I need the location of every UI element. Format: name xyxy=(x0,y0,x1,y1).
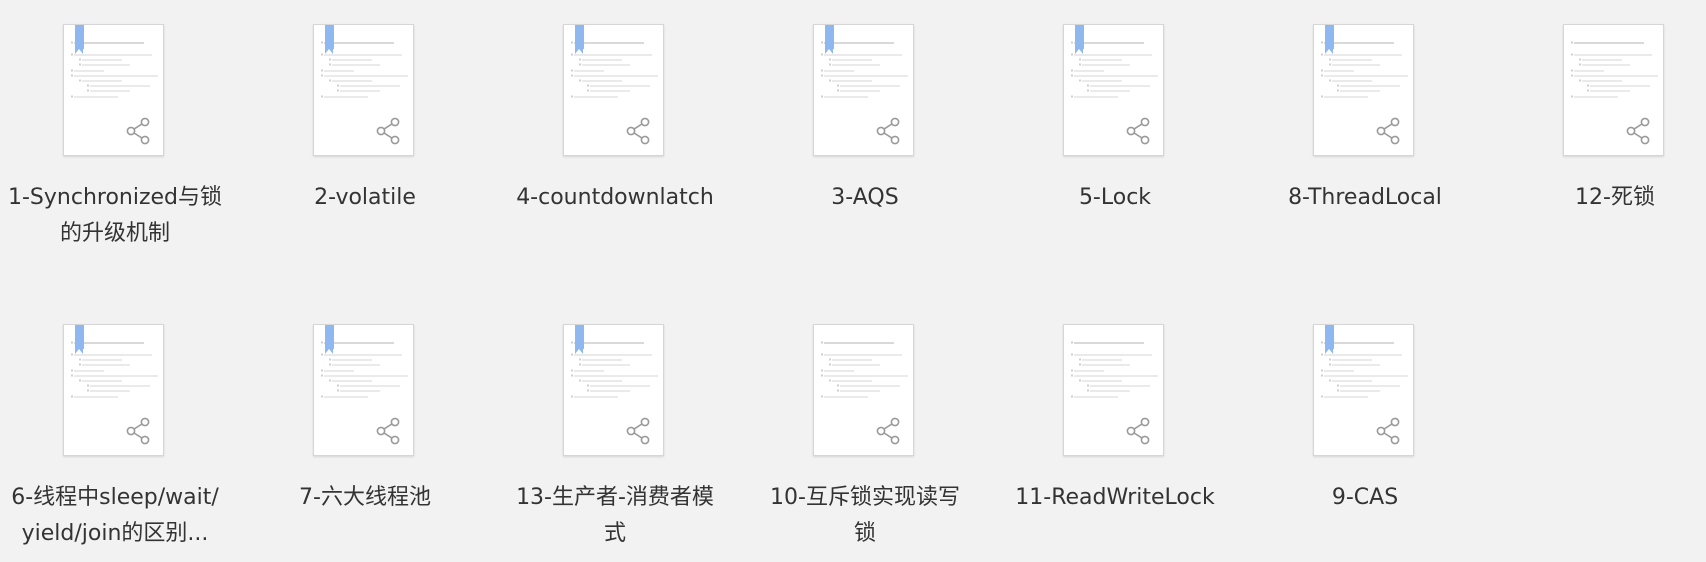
file-name-line: 5-Lock xyxy=(1078,185,1152,210)
bookmark-icon xyxy=(825,25,834,54)
bookmark-icon xyxy=(575,25,584,54)
document-thumbnail-icon[interactable] xyxy=(563,24,664,156)
document-thumbnail-icon[interactable] xyxy=(813,24,914,156)
file-item[interactable]: 12-死锁 xyxy=(1500,0,1706,260)
bookmark-icon xyxy=(1075,25,1084,54)
share-icon[interactable] xyxy=(625,117,651,145)
file-item[interactable]: 3-AQS xyxy=(750,0,980,260)
share-icon[interactable] xyxy=(125,417,151,445)
file-name-line: yield/join的区别... xyxy=(21,521,209,546)
share-icon[interactable] xyxy=(1125,417,1151,445)
file-name-line: 13-生产者-消费者模 xyxy=(516,485,714,510)
file-name-line: 锁 xyxy=(853,521,876,546)
file-name-label: 6-线程中sleep/wait/yield/join的区别... xyxy=(0,480,230,552)
file-name-label: 11-ReadWriteLock xyxy=(1000,480,1230,516)
file-name-label: 8-ThreadLocal xyxy=(1250,180,1480,216)
file-name-line: 9-CAS xyxy=(1331,485,1399,510)
share-icon[interactable] xyxy=(1375,117,1401,145)
share-icon[interactable] xyxy=(1625,117,1651,145)
file-item[interactable]: 4-countdownlatch xyxy=(500,0,730,260)
file-item[interactable]: 10-互斥锁实现读写锁 xyxy=(750,300,980,560)
bookmark-icon xyxy=(75,325,84,354)
document-thumbnail-icon[interactable] xyxy=(813,324,914,456)
document-thumbnail-icon[interactable] xyxy=(1563,24,1664,156)
file-item[interactable]: 11-ReadWriteLock xyxy=(1000,300,1230,560)
file-name-label: 7-六大线程池 xyxy=(250,480,480,516)
share-icon[interactable] xyxy=(875,117,901,145)
bookmark-icon xyxy=(1325,25,1334,54)
file-name-line: 4-countdownlatch xyxy=(516,185,714,210)
file-name-line: 8-ThreadLocal xyxy=(1288,185,1442,210)
file-name-line: 1-Synchronized与锁 xyxy=(7,185,223,210)
file-item[interactable]: 5-Lock xyxy=(1000,0,1230,260)
file-name-line: 11-ReadWriteLock xyxy=(1015,485,1215,510)
file-item[interactable]: 8-ThreadLocal xyxy=(1250,0,1480,260)
file-name-line: 2-volatile xyxy=(314,185,416,210)
file-item[interactable]: 6-线程中sleep/wait/yield/join的区别... xyxy=(0,300,230,560)
file-name-line: 7-六大线程池 xyxy=(299,485,431,510)
file-name-label: 12-死锁 xyxy=(1500,180,1706,216)
document-thumbnail-icon[interactable] xyxy=(1313,324,1414,456)
share-icon[interactable] xyxy=(1375,417,1401,445)
file-item[interactable]: 7-六大线程池 xyxy=(250,300,480,560)
document-thumbnail-icon[interactable] xyxy=(1313,24,1414,156)
share-icon[interactable] xyxy=(875,417,901,445)
share-icon[interactable] xyxy=(375,417,401,445)
file-name-label: 10-互斥锁实现读写锁 xyxy=(750,480,980,552)
file-item[interactable]: 9-CAS xyxy=(1250,300,1480,560)
file-name-line: 10-互斥锁实现读写 xyxy=(770,485,960,510)
file-name-line: 式 xyxy=(603,521,626,546)
document-thumbnail-icon[interactable] xyxy=(313,324,414,456)
share-icon[interactable] xyxy=(625,417,651,445)
share-icon[interactable] xyxy=(125,117,151,145)
share-icon[interactable] xyxy=(1125,117,1151,145)
file-grid: 1-Synchronized与锁 的升级机制 2-volatile 4-countdo… xyxy=(0,0,1706,562)
file-name-label: 2-volatile xyxy=(250,180,480,216)
file-item[interactable]: 1-Synchronized与锁 的升级机制 xyxy=(0,0,230,260)
file-name-label: 1-Synchronized与锁 的升级机制 xyxy=(0,180,230,252)
file-name-label: 5-Lock xyxy=(1000,180,1230,216)
file-item[interactable]: 2-volatile xyxy=(250,0,480,260)
bookmark-icon xyxy=(75,25,84,54)
file-item[interactable]: 13-生产者-消费者模式 xyxy=(500,300,730,560)
document-thumbnail-icon[interactable] xyxy=(563,324,664,456)
file-name-line: 12-死锁 xyxy=(1575,185,1655,210)
bookmark-icon xyxy=(325,325,334,354)
file-name-line: 6-线程中sleep/wait/ xyxy=(11,485,219,510)
file-name-line: 3-AQS xyxy=(831,185,899,210)
bookmark-icon xyxy=(575,325,584,354)
document-thumbnail-icon[interactable] xyxy=(63,24,164,156)
bookmark-icon xyxy=(1325,325,1334,354)
file-name-label: 9-CAS xyxy=(1250,480,1480,516)
document-thumbnail-icon[interactable] xyxy=(1063,24,1164,156)
share-icon[interactable] xyxy=(375,117,401,145)
file-name-line: 的升级机制 xyxy=(59,221,170,246)
document-thumbnail-icon[interactable] xyxy=(63,324,164,456)
file-name-label: 3-AQS xyxy=(750,180,980,216)
bookmark-icon xyxy=(325,25,334,54)
file-name-label: 13-生产者-消费者模式 xyxy=(500,480,730,552)
document-thumbnail-icon[interactable] xyxy=(313,24,414,156)
file-name-label: 4-countdownlatch xyxy=(500,180,730,216)
document-thumbnail-icon[interactable] xyxy=(1063,324,1164,456)
